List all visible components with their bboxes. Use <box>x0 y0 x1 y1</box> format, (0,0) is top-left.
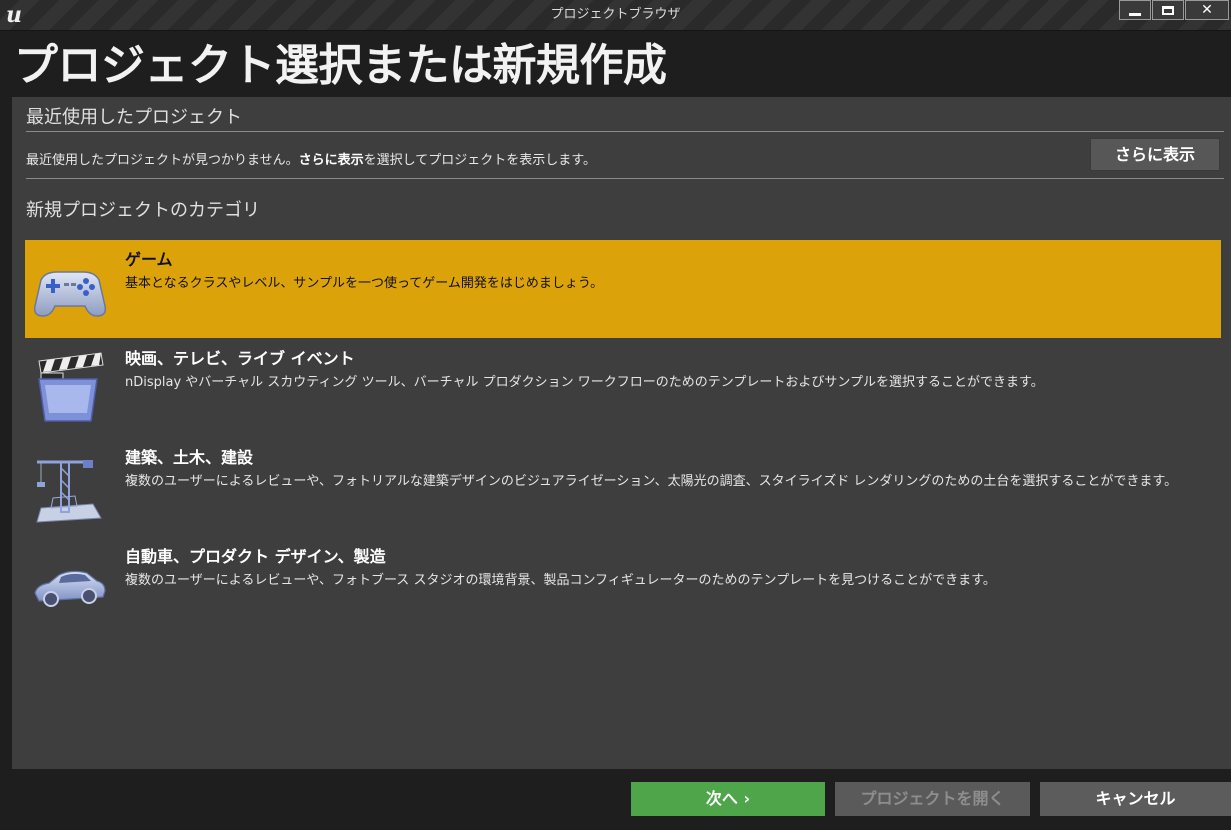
category-description: nDisplay やバーチャル スカウティング ツール、バーチャル プロダクショ… <box>125 375 1044 390</box>
divider <box>26 178 1224 179</box>
page-title: プロジェクト選択または新規作成 <box>14 40 667 91</box>
category-title: 自動車、プロダクト デザイン、製造 <box>125 547 386 566</box>
cancel-button[interactable]: キャンセル <box>1040 782 1231 816</box>
category-game[interactable]: ゲーム 基本となるクラスやレベル、サンプルを一つ使ってゲーム開発をはじめましょう… <box>25 240 1221 338</box>
category-title: 建築、土木、建設 <box>125 448 254 467</box>
open-project-button[interactable]: プロジェクトを開く <box>835 782 1030 816</box>
minimize-button[interactable] <box>1119 0 1151 20</box>
recent-message-suffix: を選択してプロジェクトを表示します。 <box>363 153 596 168</box>
recent-projects-message: 最近使用したプロジェクトが見つかりません。さらに表示を選択してプロジェクトを表示… <box>26 149 596 168</box>
clapperboard-icon <box>38 352 104 422</box>
title-bar: u プロジェクトブラウザ ✕ <box>0 0 1231 31</box>
recent-projects-title: 最近使用したプロジェクト <box>26 107 242 128</box>
category-title: 映画、テレビ、ライブ イベント <box>125 349 355 368</box>
show-more-button[interactable]: さらに表示 <box>1090 138 1220 171</box>
category-film-tv-live-events[interactable]: 映画、テレビ、ライブ イベント nDisplay やバーチャル スカウティング … <box>25 339 1221 437</box>
next-button[interactable]: 次へ › <box>631 782 825 816</box>
window-title: プロジェクトブラウザ <box>550 7 681 22</box>
minimize-icon <box>1129 12 1141 16</box>
close-button[interactable]: ✕ <box>1185 0 1229 20</box>
recent-message-bold: さらに表示 <box>298 153 364 168</box>
divider <box>26 131 1224 132</box>
car-icon <box>34 570 106 607</box>
category-description: 複数のユーザーによるレビューや、フォトブース スタジオの環境背景、製品コンフィギ… <box>125 573 996 588</box>
construction-crane-icon <box>36 460 102 523</box>
maximize-icon <box>1162 5 1174 15</box>
category-automotive-product-design[interactable]: 自動車、プロダクト デザイン、製造 複数のユーザーによるレビューや、フォトブース… <box>25 537 1221 635</box>
category-title: ゲーム <box>125 250 173 269</box>
maximize-button[interactable] <box>1152 0 1184 20</box>
category-description: 複数のユーザーによるレビューや、フォトリアルな建築デザインのビジュアライゼーショ… <box>125 474 1178 489</box>
category-architecture[interactable]: 建築、土木、建設 複数のユーザーによるレビューや、フォトリアルな建築デザインのビ… <box>25 438 1221 536</box>
category-description: 基本となるクラスやレベル、サンプルを一つ使ってゲーム開発をはじめましょう。 <box>125 276 604 291</box>
gamepad-icon <box>33 271 107 317</box>
close-icon: ✕ <box>1201 2 1213 18</box>
new-project-categories-title: 新規プロジェクトのカテゴリ <box>26 200 260 221</box>
recent-message-prefix: 最近使用したプロジェクトが見つかりません。 <box>26 153 299 168</box>
content-panel: 最近使用したプロジェクト 最近使用したプロジェクトが見つかりません。さらに表示を… <box>12 97 1231 769</box>
window-controls: ✕ <box>1118 0 1229 22</box>
